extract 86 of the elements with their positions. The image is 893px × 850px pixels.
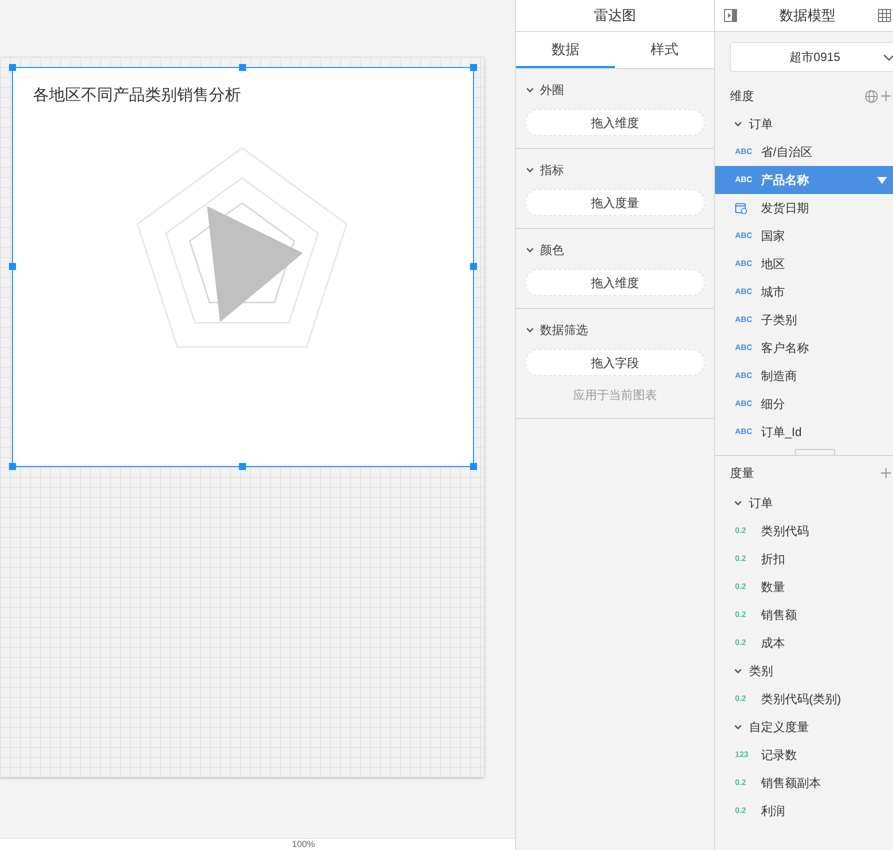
panel-tab[interactable]: 样式 — [615, 32, 714, 68]
section-header[interactable]: 外圈 — [525, 81, 705, 99]
section-header[interactable]: 颜色 — [525, 241, 705, 259]
field-item[interactable]: 0.2 销售额副本 — [715, 769, 893, 797]
field-type-label: 0.2 — [735, 581, 746, 593]
field-item[interactable]: ABC 订单_Id — [715, 418, 893, 446]
field-type-label: 123 — [735, 749, 748, 761]
field-item[interactable]: ABC 地区 — [715, 250, 893, 278]
field-type-label: 0.2 — [735, 805, 746, 817]
resize-handle[interactable] — [470, 64, 477, 71]
chevron-icon — [733, 498, 743, 508]
dropdown-caret-icon — [877, 176, 887, 184]
field-item[interactable]: 0.2 类别代码 — [715, 517, 893, 545]
plus-icon[interactable] — [881, 466, 891, 478]
group-header[interactable]: 订单 — [715, 110, 893, 138]
field-type-label: ABC — [735, 174, 752, 186]
field-type-label: ABC — [735, 426, 752, 438]
drop-zone[interactable]: 拖入维度 — [525, 109, 705, 136]
field-type-label: ABC — [735, 230, 752, 242]
panel-toggle-icon[interactable] — [724, 9, 737, 22]
drop-zone[interactable]: 拖入字段 — [525, 349, 705, 376]
field-item[interactable]: ABC 省/自治区 — [715, 138, 893, 166]
calendar-icon — [735, 202, 747, 214]
field-type-label: ABC — [735, 342, 752, 354]
field-item[interactable]: 0.2 类别代码(类别) — [715, 685, 893, 713]
drop-zone[interactable]: 拖入度量 — [525, 189, 705, 216]
section-title: 维度 — [730, 88, 755, 105]
field-type-label: 0.2 — [735, 525, 746, 537]
drop-zone[interactable]: 拖入维度 — [525, 269, 705, 296]
plus-icon[interactable] — [881, 90, 891, 102]
field-item[interactable]: 发货日期 — [715, 194, 893, 222]
chevron-icon — [733, 666, 743, 676]
field-item[interactable]: 0.2 折扣 — [715, 545, 893, 573]
resize-handle[interactable] — [239, 463, 246, 470]
section-header[interactable]: 数据筛选 — [525, 321, 705, 339]
resize-grip[interactable] — [795, 449, 835, 455]
field-item[interactable]: ABC 制造商 — [715, 362, 893, 390]
resize-handle[interactable] — [9, 64, 16, 71]
section-title: 度量 — [730, 464, 755, 482]
group-header[interactable]: 自定义度量 — [715, 713, 893, 741]
field-type-label: 0.2 — [735, 693, 746, 705]
panel-title: 数据模型 — [778, 6, 836, 25]
section-header[interactable]: 指标 — [525, 161, 705, 179]
field-item[interactable]: ABC 国家 — [715, 222, 893, 250]
panel-tab[interactable]: 数据 — [516, 32, 615, 68]
panel-header: 雷达图 — [516, 0, 714, 32]
field-type-label: 0.2 — [735, 609, 746, 621]
chevron-icon — [733, 119, 743, 129]
chevron-icon — [525, 245, 535, 255]
chevron-icon — [525, 325, 535, 335]
field-type-label: ABC — [735, 398, 752, 410]
field-item[interactable]: ABC 子类别 — [715, 306, 893, 334]
chevron-icon — [525, 165, 535, 175]
chart-card[interactable]: 各地区不同产品类别销售分析 — [12, 67, 474, 467]
group-header[interactable]: 类别 — [715, 657, 893, 685]
field-type-label: 0.2 — [735, 777, 746, 789]
chart-title: 各地区不同产品类别销售分析 — [32, 86, 242, 106]
field-item[interactable]: 0.2 销售额 — [715, 601, 893, 629]
table-icon[interactable] — [878, 9, 891, 22]
chevron-icon — [525, 85, 535, 95]
field-type-label: ABC — [735, 314, 752, 326]
field-type-label: ABC — [735, 370, 752, 382]
resize-handle[interactable] — [470, 263, 477, 270]
zoom-level: 100% — [292, 839, 316, 850]
field-type-label: 0.2 — [735, 553, 746, 565]
field-item[interactable]: ABC 城市 — [715, 278, 893, 306]
chevron-icon — [733, 722, 743, 732]
field-type-label: 0.2 — [735, 637, 746, 649]
chevron-down-icon — [883, 54, 893, 62]
resize-handle[interactable] — [239, 64, 246, 71]
field-item[interactable]: 123 记录数 — [715, 741, 893, 769]
group-header[interactable]: 订单 — [715, 489, 893, 517]
field-item[interactable]: ABC 客户名称 — [715, 334, 893, 362]
resize-handle[interactable] — [9, 263, 16, 270]
field-type-label: ABC — [735, 258, 752, 270]
resize-handle[interactable] — [9, 463, 16, 470]
field-item[interactable]: 0.2 数量 — [715, 573, 893, 601]
dataset-select[interactable]: 超市0915 — [730, 42, 893, 72]
field-item[interactable]: 0.2 成本 — [715, 629, 893, 657]
field-item[interactable]: ABC 细分 — [715, 390, 893, 418]
field-item[interactable]: 0.2 利润 — [715, 797, 893, 825]
globe-icon[interactable] — [865, 90, 878, 102]
resize-handle[interactable] — [470, 463, 477, 470]
filter-note: 应用于当前图表 — [572, 387, 658, 404]
field-type-label: ABC — [735, 286, 752, 298]
field-type-label: ABC — [735, 146, 752, 158]
